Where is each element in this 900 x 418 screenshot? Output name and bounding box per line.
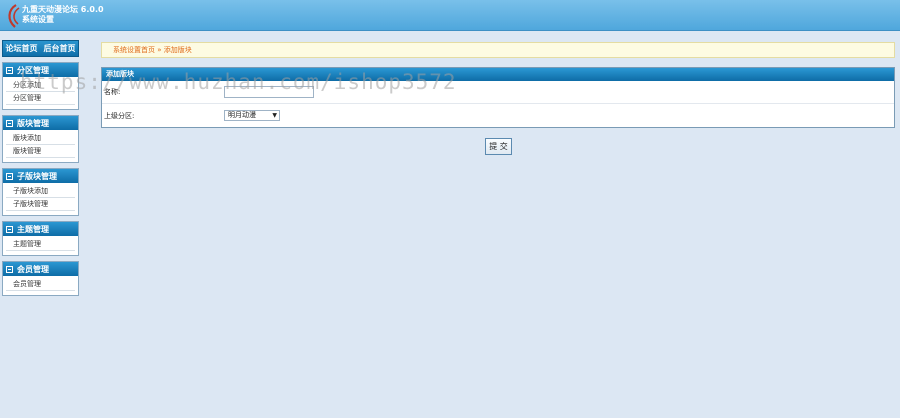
sidebar-item-add-board[interactable]: 版块添加 <box>6 132 75 145</box>
sidebar-item-manage-subboard[interactable]: 子版块管理 <box>6 198 75 211</box>
sidebar-item-manage-member[interactable]: 会员管理 <box>6 278 75 291</box>
panel-subboard-management: 子版块管理 子版块添加 子版块管理 <box>2 168 79 216</box>
panel-header[interactable]: 会员管理 <box>3 262 78 276</box>
name-input[interactable] <box>224 86 314 98</box>
app-title: 九重天动漫论坛 6.0.0 系统设置 <box>22 5 104 25</box>
sidebar-item-manage-topic[interactable]: 主题管理 <box>6 238 75 251</box>
submit-button[interactable]: 提 交 <box>485 138 512 155</box>
form-title: 添加版块 <box>102 68 894 81</box>
panel-title: 分区管理 <box>17 65 49 75</box>
name-label: 名称: <box>104 88 121 96</box>
collapse-icon[interactable] <box>6 172 13 180</box>
parent-zone-select[interactable]: 明月动漫 ▼ <box>224 110 280 121</box>
app-subtitle: 系统设置 <box>22 15 54 24</box>
breadcrumb-separator: » <box>157 46 162 54</box>
panel-topic-management: 主题管理 主题管理 <box>2 221 79 256</box>
panel-title: 会员管理 <box>17 264 49 274</box>
add-board-form: 添加版块 名称: 上级分区: 明月动漫 ▼ <box>101 67 895 128</box>
parent-zone-selected: 明月动漫 <box>228 111 256 119</box>
sidebar-item-add-zone[interactable]: 分区添加 <box>6 79 75 92</box>
sidebar-item-add-subboard[interactable]: 子版块添加 <box>6 185 75 198</box>
panel-title: 子版块管理 <box>17 171 57 181</box>
panel-header[interactable]: 子版块管理 <box>3 169 78 183</box>
panel-board-management: 版块管理 版块添加 版块管理 <box>2 115 79 163</box>
collapse-icon[interactable] <box>6 265 13 273</box>
breadcrumb-home-link[interactable]: 系统设置首页 <box>113 46 155 54</box>
top-header: 九重天动漫论坛 6.0.0 系统设置 <box>0 0 900 31</box>
panel-header[interactable]: 版块管理 <box>3 116 78 130</box>
admin-home-link[interactable]: 后台首页 <box>44 43 76 54</box>
panel-member-management: 会员管理 会员管理 <box>2 261 79 296</box>
parent-zone-row: 上级分区: 明月动漫 ▼ <box>102 104 894 127</box>
collapse-icon[interactable] <box>6 119 13 127</box>
app-name: 九重天动漫论坛 6.0.0 <box>22 5 104 14</box>
collapse-icon[interactable] <box>6 66 13 74</box>
collapse-icon[interactable] <box>6 225 13 233</box>
breadcrumb: 系统设置首页 » 添加版块 <box>101 42 895 58</box>
breadcrumb-current: 添加版块 <box>163 46 192 54</box>
panel-header[interactable]: 分区管理 <box>3 63 78 77</box>
name-row: 名称: <box>102 81 894 104</box>
parent-zone-label: 上级分区: <box>104 111 135 120</box>
forum-home-link[interactable]: 论坛首页 <box>6 43 38 54</box>
panel-title: 主题管理 <box>17 224 49 234</box>
chevron-down-icon: ▼ <box>272 112 277 119</box>
logo-icon <box>8 4 20 28</box>
panel-zone-management: 分区管理 分区添加 分区管理 <box>2 62 79 110</box>
home-links-bar: 论坛首页 后台首页 <box>2 40 79 57</box>
panel-header[interactable]: 主题管理 <box>3 222 78 236</box>
panel-title: 版块管理 <box>17 118 49 128</box>
sidebar-item-manage-zone[interactable]: 分区管理 <box>6 92 75 105</box>
sidebar-item-manage-board[interactable]: 版块管理 <box>6 145 75 158</box>
